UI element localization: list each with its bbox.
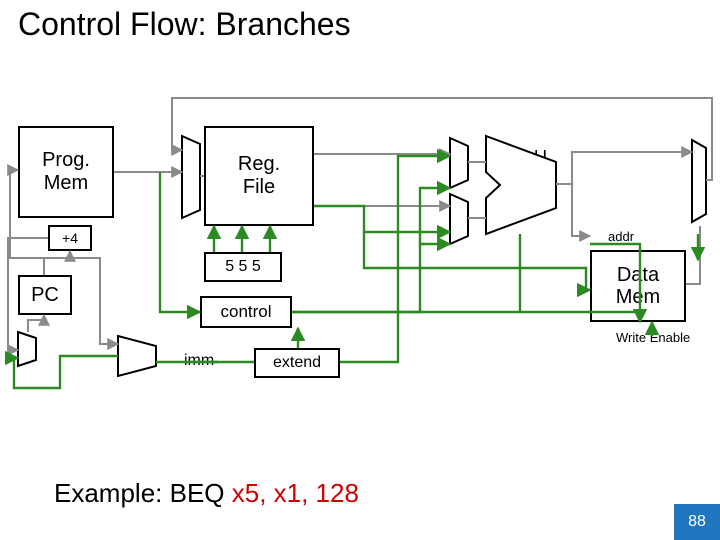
example-prefix: Example: BEQ [54,478,232,508]
block-extend: extend [254,348,340,378]
label-alu: ALU [512,147,547,168]
example-text: Example: BEQ x5, x1, 128 [54,478,359,509]
block-prog-mem: Prog. Mem [18,126,114,218]
example-args: x5, x1, 128 [232,478,359,508]
label-write-enable: Write Enable [616,330,690,345]
block-control: control [200,296,292,328]
block-plus: + [122,340,156,372]
block-plus4: +4 [48,225,92,251]
label-addr: addr [608,229,634,244]
block-555: 5 5 5 [204,252,282,282]
slide-title: Control Flow: Branches [18,6,351,43]
block-reg-file: Reg. File [204,126,314,226]
page-number-badge: 88 [674,504,720,540]
diagram-slide: Control Flow: Branches Prog. Mem Reg. Fi… [0,0,720,540]
label-imm: imm [184,352,214,370]
plus-icon: + [133,345,145,368]
block-pc: PC [18,275,72,315]
block-data-mem: Data Mem [590,250,686,322]
